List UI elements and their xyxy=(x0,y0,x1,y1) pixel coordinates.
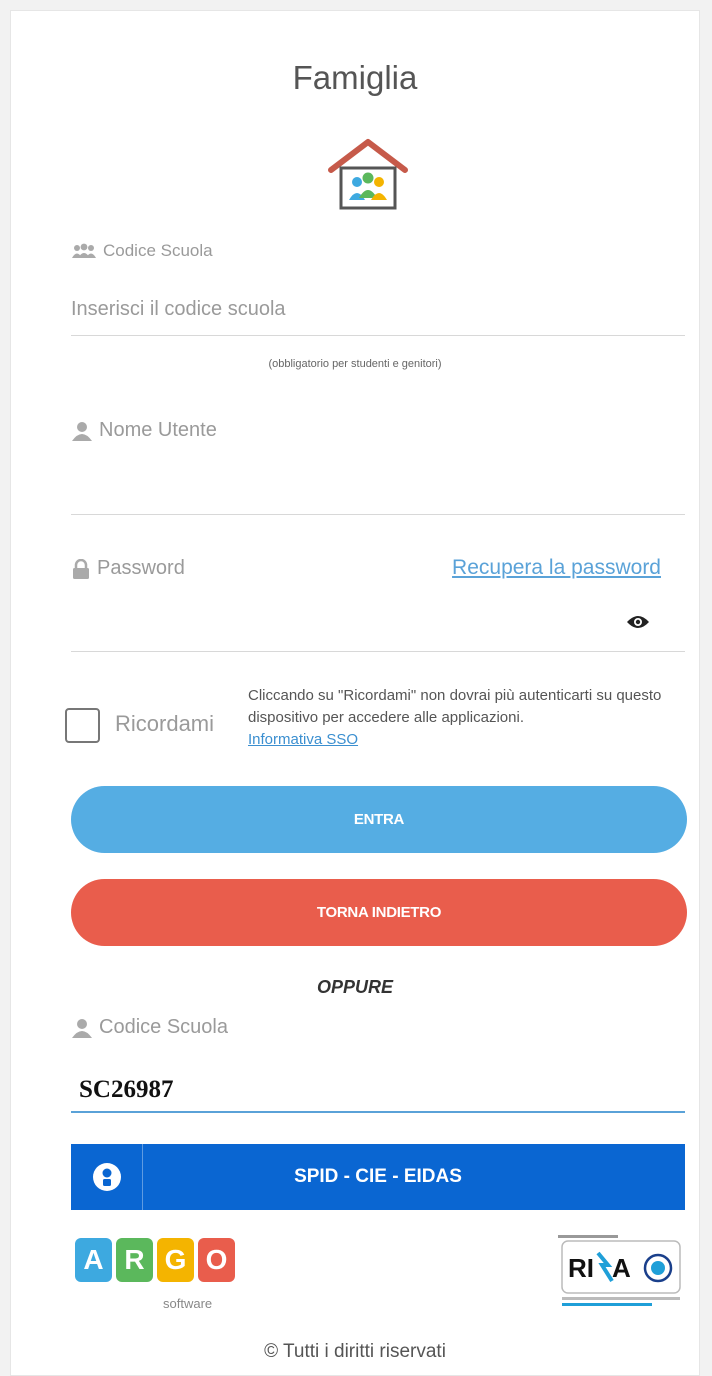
argo-letter: G xyxy=(157,1238,194,1282)
user-icon xyxy=(72,421,92,441)
spid-icon-box xyxy=(71,1144,143,1210)
svg-text:RI: RI xyxy=(568,1253,594,1283)
remember-label: Ricordami xyxy=(115,711,215,736)
svg-text:A: A xyxy=(612,1253,631,1283)
username-underline xyxy=(71,514,685,515)
username-label: Nome Utente xyxy=(71,419,217,442)
argo-letter: O xyxy=(198,1238,235,1282)
password-underline xyxy=(71,651,685,652)
enter-button[interactable]: ENTRA xyxy=(71,786,687,853)
argo-letter: A xyxy=(75,1238,112,1282)
school-code-hint: (obbligatorio per studenti e genitori) xyxy=(268,358,442,370)
users-icon xyxy=(72,243,96,258)
remember-checkbox[interactable] xyxy=(65,708,100,743)
argo-subtitle: software xyxy=(163,1296,213,1311)
rina-certification-logo: RI A xyxy=(556,1229,686,1306)
password-input[interactable] xyxy=(71,605,611,639)
username-input[interactable] xyxy=(71,461,685,501)
password-label: Password xyxy=(71,557,185,580)
school-code-underline xyxy=(71,335,685,336)
argo-letter: R xyxy=(116,1238,153,1282)
spid-cie-eidas-button[interactable]: SPID - CIE - EIDAS xyxy=(71,1144,685,1210)
spid-user-icon xyxy=(92,1163,121,1191)
spid-school-code-label: Codice Scuola xyxy=(71,1016,228,1039)
spid-school-code-label-text: Codice Scuola xyxy=(99,1016,228,1038)
house-family-icon xyxy=(328,139,408,210)
password-label-text: Password xyxy=(97,557,185,579)
argo-logo: A R G O xyxy=(75,1238,235,1282)
remember-note-text: Cliccando su "Ricordami" non dovrai più … xyxy=(248,687,662,726)
school-code-label-text: Codice Scuola xyxy=(103,241,213,260)
sso-info-link[interactable]: Informativa SSO xyxy=(248,731,358,748)
spid-school-code-underline xyxy=(71,1111,685,1113)
eye-icon[interactable] xyxy=(626,614,650,630)
separator-text: OPPURE xyxy=(316,977,394,997)
user-icon xyxy=(72,1018,92,1038)
login-card: Famiglia Codice Scuola (obbligatorio per… xyxy=(10,10,700,1376)
page-title: Famiglia xyxy=(292,59,418,96)
spid-school-code-input[interactable]: SC26987 xyxy=(79,1076,173,1104)
username-label-text: Nome Utente xyxy=(99,419,217,441)
school-code-input[interactable] xyxy=(71,294,685,324)
school-code-label: Codice Scuola xyxy=(71,241,213,261)
recover-password-link[interactable]: Recupera la password xyxy=(452,556,661,580)
back-button[interactable]: TORNA INDIETRO xyxy=(71,879,687,946)
spid-button-label: SPID - CIE - EIDAS xyxy=(294,1166,462,1187)
copyright-text: © Tutti i diritti riservati xyxy=(264,1341,446,1362)
remember-note: Cliccando su "Ricordami" non dovrai più … xyxy=(248,685,696,751)
lock-icon xyxy=(73,558,89,579)
